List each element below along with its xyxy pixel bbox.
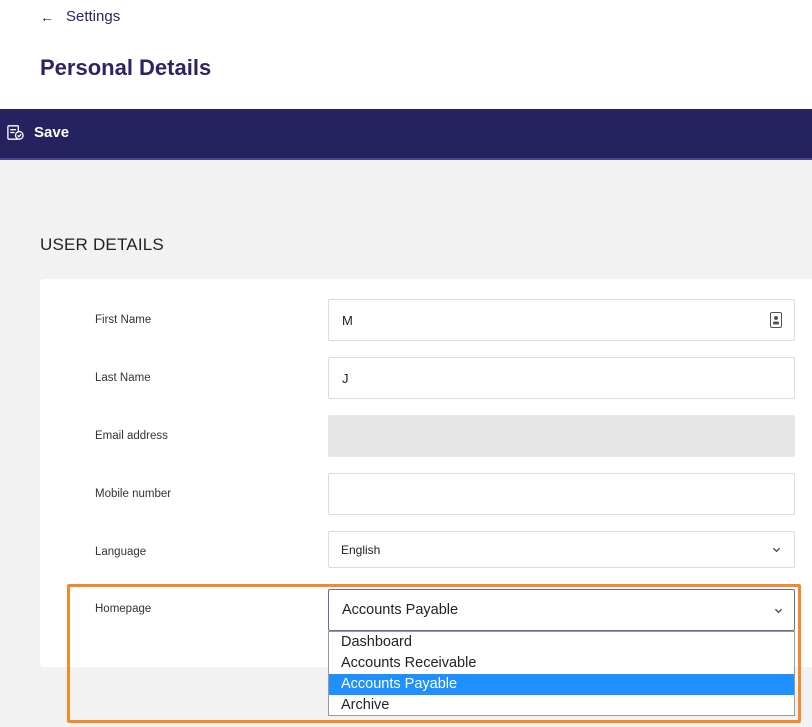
- dropdown-option-archive[interactable]: Archive: [329, 695, 794, 716]
- section-title: USER DETAILS: [40, 235, 164, 254]
- toolbar: Save: [0, 109, 812, 160]
- first-name-value: M: [342, 312, 353, 328]
- homepage-dropdown-list: Dashboard Accounts Receivable Accounts P…: [328, 631, 795, 716]
- language-value: English: [341, 542, 381, 557]
- first-name-label: First Name: [95, 314, 152, 326]
- homepage-value: Accounts Payable: [342, 602, 459, 618]
- arrow-left-icon: ←: [40, 8, 54, 25]
- chevron-down-icon: [774, 608, 783, 614]
- homepage-label: Homepage: [95, 603, 152, 615]
- first-name-field[interactable]: M: [328, 299, 795, 341]
- email-label: Email address: [95, 430, 168, 442]
- last-name-label: Last Name: [95, 372, 151, 384]
- chevron-down-icon: [772, 547, 781, 553]
- save-button[interactable]: Save: [6, 123, 69, 142]
- save-icon: [7, 125, 24, 140]
- language-label: Language: [95, 546, 147, 558]
- dropdown-option-accounts-receivable[interactable]: Accounts Receivable: [329, 653, 794, 674]
- homepage-select[interactable]: Accounts Payable: [328, 589, 795, 631]
- mobile-label: Mobile number: [95, 488, 172, 500]
- dropdown-option-dashboard[interactable]: Dashboard: [329, 632, 794, 653]
- mobile-field[interactable]: [328, 473, 795, 515]
- contact-card-icon[interactable]: [770, 312, 782, 328]
- email-field: [328, 415, 795, 457]
- back-link-label: Settings: [66, 8, 121, 25]
- page-header: ← Settings Personal Details: [0, 0, 812, 109]
- save-button-label: Save: [34, 124, 70, 141]
- back-to-settings-link[interactable]: ← Settings: [40, 8, 120, 25]
- last-name-field[interactable]: J: [328, 357, 795, 399]
- dropdown-option-accounts-payable[interactable]: Accounts Payable: [329, 674, 794, 695]
- last-name-value: J: [342, 370, 349, 386]
- page-title: Personal Details: [40, 55, 212, 80]
- language-select[interactable]: English: [328, 531, 795, 568]
